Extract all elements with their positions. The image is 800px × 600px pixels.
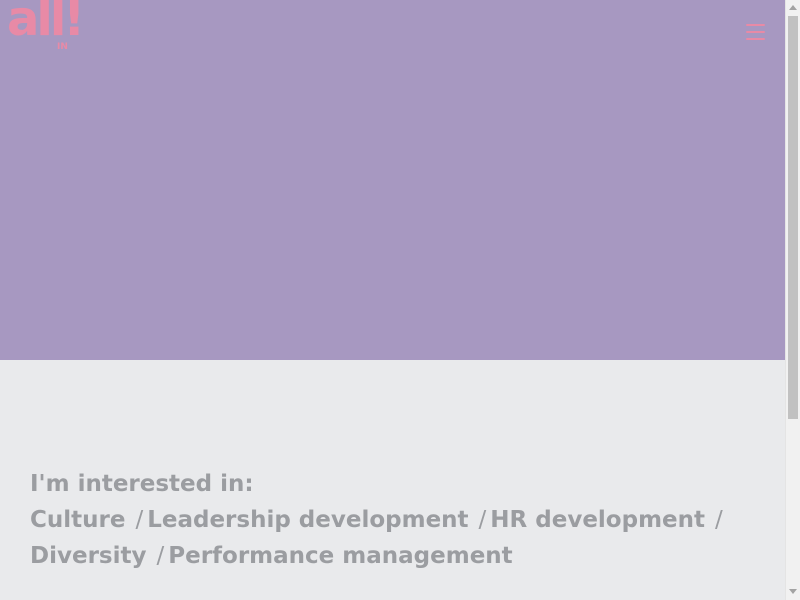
- topic-hr-development[interactable]: HR development: [490, 507, 705, 533]
- hamburger-menu-icon[interactable]: [744, 21, 768, 45]
- topic-leadership-development[interactable]: Leadership development: [147, 507, 468, 533]
- topic-performance-management[interactable]: Performance management: [168, 543, 512, 569]
- page: all! IN I'm interested in: Culture / Leade…: [0, 0, 785, 600]
- topic-separator: /: [135, 507, 144, 533]
- brand-logo[interactable]: all! IN: [7, 0, 85, 56]
- topic-separator: /: [478, 507, 487, 533]
- topic-diversity[interactable]: Diversity: [30, 543, 146, 569]
- interests-section: I'm interested in: Culture / Leadership de…: [30, 466, 730, 574]
- topic-separator: /: [715, 507, 723, 533]
- topic-culture[interactable]: Culture: [30, 507, 125, 533]
- scroll-down-arrow-icon[interactable]: [789, 589, 797, 594]
- scrollbar-thumb[interactable]: [788, 16, 798, 419]
- hero-banner: all! IN: [0, 0, 785, 360]
- interests-heading: I'm interested in:: [30, 471, 254, 497]
- vertical-scrollbar[interactable]: [785, 0, 800, 600]
- topics-list: Culture / Leadership development / HR develo…: [30, 502, 730, 574]
- logo-sub: IN: [57, 42, 68, 52]
- logo-wordmark: all!: [7, 0, 85, 47]
- topic-separator: /: [156, 543, 165, 569]
- scroll-up-arrow-icon[interactable]: [789, 5, 797, 10]
